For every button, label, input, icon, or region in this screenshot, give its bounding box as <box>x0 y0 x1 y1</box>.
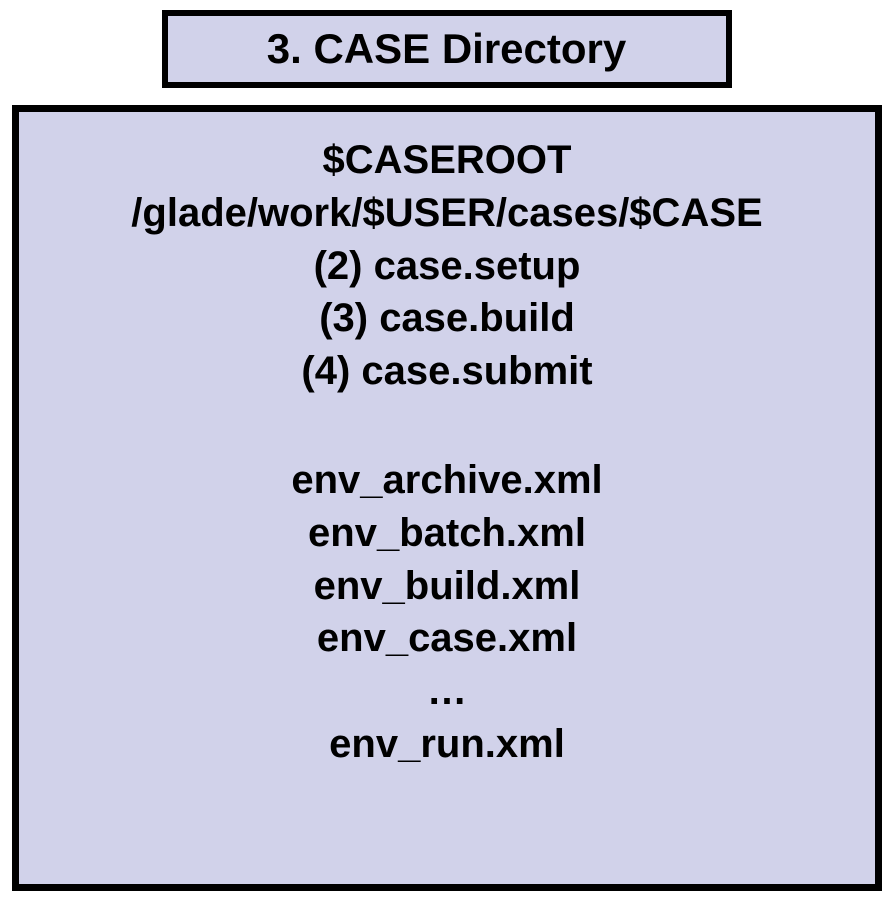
env-file-build: env_build.xml <box>19 560 875 613</box>
env-file-run: env_run.xml <box>19 718 875 771</box>
step-build: (3) case.build <box>19 292 875 345</box>
env-file-batch: env_batch.xml <box>19 507 875 560</box>
env-file-ellipsis: … <box>19 665 875 718</box>
step-setup: (2) case.setup <box>19 240 875 293</box>
caseroot-path: /glade/work/$USER/cases/$CASE <box>19 187 875 240</box>
title-text: 3. CASE Directory <box>267 25 626 73</box>
case-directory-box: $CASEROOT /glade/work/$USER/cases/$CASE … <box>12 105 882 891</box>
caseroot-label: $CASEROOT <box>19 134 875 187</box>
spacer <box>19 398 875 454</box>
step-submit: (4) case.submit <box>19 345 875 398</box>
env-file-case: env_case.xml <box>19 612 875 665</box>
title-box: 3. CASE Directory <box>162 10 732 88</box>
env-file-archive: env_archive.xml <box>19 454 875 507</box>
